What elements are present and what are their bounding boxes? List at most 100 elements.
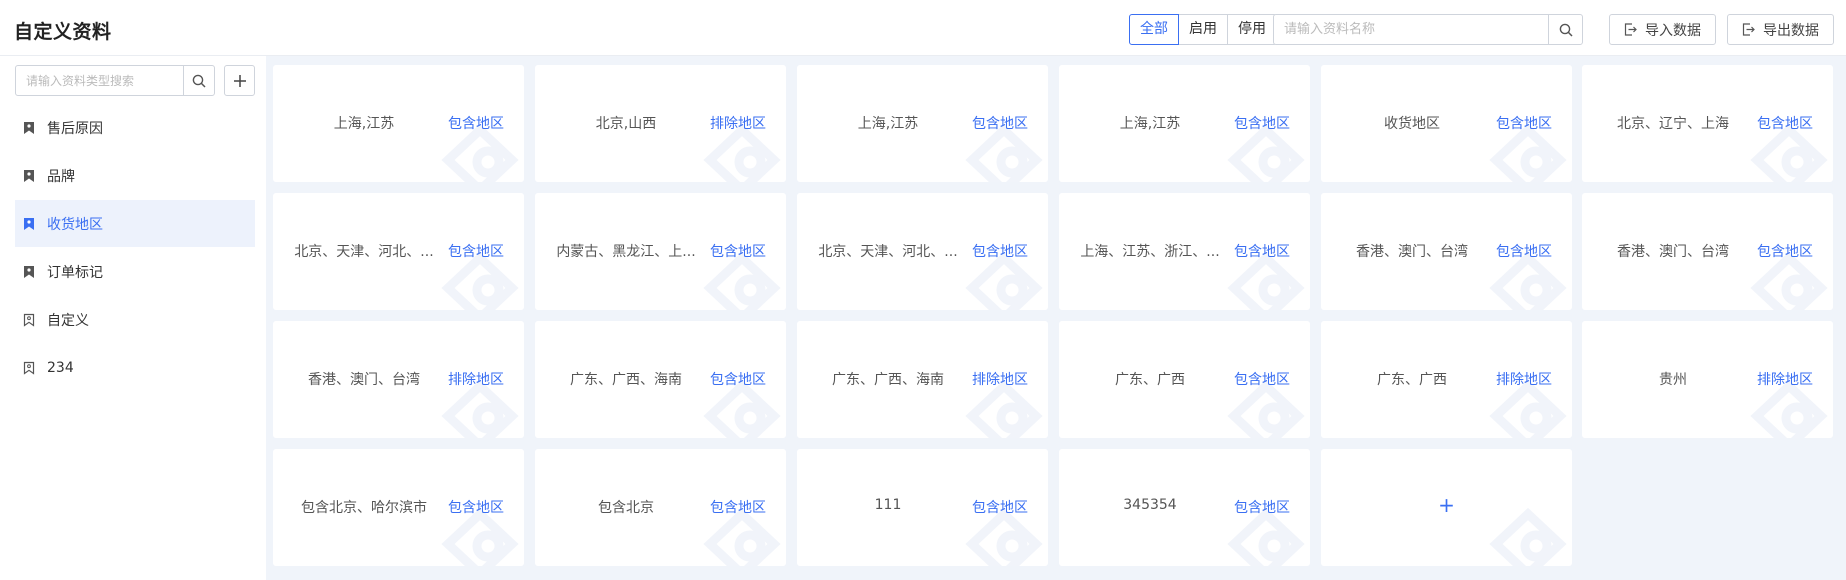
material-card[interactable]: 包含北京 包含地区 <box>535 449 786 566</box>
material-card[interactable]: 上海,江苏 包含地区 <box>797 65 1048 182</box>
bookmark-icon <box>24 217 34 230</box>
card-name: 上海、江苏、浙江、... <box>1080 244 1220 260</box>
card-region-type[interactable]: 包含地区 <box>1757 113 1813 133</box>
bookmark-icon <box>24 265 34 278</box>
card-region-type[interactable]: 包含地区 <box>1757 241 1813 261</box>
card-region-type[interactable]: 包含地区 <box>972 241 1028 261</box>
export-icon <box>1742 23 1755 36</box>
type-sidebar: 售后原因品牌收货地区订单标记自定义 234 <box>0 56 266 580</box>
card-name: 广东、广西 <box>1115 372 1185 388</box>
sidebar-item-label: 自定义 <box>47 312 89 329</box>
material-card[interactable]: 内蒙古、黑龙江、上... 包含地区 <box>535 193 786 310</box>
sidebar-item-0[interactable]: 售后原因 <box>15 104 255 151</box>
search-icon <box>192 74 206 88</box>
bookmark-icon <box>24 121 34 134</box>
bookmark-icon <box>23 361 35 375</box>
card-region-type[interactable]: 包含地区 <box>972 113 1028 133</box>
material-card[interactable]: 345354 包含地区 <box>1059 449 1310 566</box>
card-region-type[interactable]: 包含地区 <box>710 369 766 389</box>
card-name: 上海,江苏 <box>1119 116 1181 132</box>
add-type-button[interactable] <box>224 65 255 96</box>
card-region-type[interactable]: 排除地区 <box>972 369 1028 389</box>
material-search-button[interactable] <box>1548 15 1582 44</box>
card-name: 上海,江苏 <box>333 116 395 132</box>
card-region-type[interactable]: 包含地区 <box>710 497 766 517</box>
material-card[interactable]: 香港、澳门、台湾 排除地区 <box>273 321 524 438</box>
bookmark-icon <box>23 313 35 327</box>
card-region-type[interactable]: 包含地区 <box>1496 113 1552 133</box>
type-search-box <box>15 65 215 96</box>
bookmark-icon <box>24 169 34 182</box>
card-region-type[interactable]: 包含地区 <box>972 497 1028 517</box>
sidebar-item-1[interactable]: 品牌 <box>15 152 255 199</box>
filter-enabled-button[interactable]: 启用 <box>1178 14 1228 45</box>
import-icon <box>1624 23 1637 36</box>
card-name: 广东、广西 <box>1377 372 1447 388</box>
page-header: 自定义资料 全部 启用 停用 导入数据 导出数据 <box>0 0 1846 56</box>
material-card[interactable]: 广东、广西 包含地区 <box>1059 321 1310 438</box>
material-card[interactable]: 上海、江苏、浙江、... 包含地区 <box>1059 193 1310 310</box>
import-data-button[interactable]: 导入数据 <box>1609 14 1716 45</box>
material-card[interactable]: 广东、广西、海南 包含地区 <box>535 321 786 438</box>
plus-icon <box>233 74 246 87</box>
card-region-type[interactable]: 包含地区 <box>448 113 504 133</box>
filter-disabled-button[interactable]: 停用 <box>1227 14 1277 45</box>
card-name: 北京,山西 <box>595 116 657 132</box>
status-filter: 全部 启用 停用 <box>1129 14 1277 45</box>
material-card[interactable]: 北京、辽宁、上海 包含地区 <box>1582 65 1833 182</box>
export-data-label: 导出数据 <box>1763 22 1819 39</box>
card-region-type[interactable]: 排除地区 <box>1757 369 1813 389</box>
add-card-button[interactable]: + <box>1321 449 1572 566</box>
export-data-button[interactable]: 导出数据 <box>1727 14 1834 45</box>
card-name: 包含北京 <box>598 500 654 516</box>
card-name: 北京、天津、河北、... <box>818 244 958 260</box>
card-name: 345354 <box>1123 497 1177 513</box>
card-region-type[interactable]: 包含地区 <box>1234 497 1290 517</box>
type-search-button[interactable] <box>183 66 214 95</box>
card-region-type[interactable]: 包含地区 <box>448 241 504 261</box>
material-card[interactable]: 广东、广西、海南 排除地区 <box>797 321 1048 438</box>
material-card[interactable]: 北京、天津、河北、... 包含地区 <box>797 193 1048 310</box>
card-name: 贵州 <box>1659 372 1687 388</box>
material-search-input[interactable] <box>1274 15 1548 44</box>
material-card[interactable]: 广东、广西 排除地区 <box>1321 321 1572 438</box>
card-region-type[interactable]: 包含地区 <box>710 241 766 261</box>
card-name: 上海,江苏 <box>857 116 919 132</box>
sidebar-item-2[interactable]: 收货地区 <box>15 200 255 247</box>
card-region-type[interactable]: 包含地区 <box>1234 241 1290 261</box>
sidebar-item-5[interactable]: 234 <box>15 344 255 391</box>
material-card[interactable]: 111 包含地区 <box>797 449 1048 566</box>
filter-all-button[interactable]: 全部 <box>1129 14 1179 45</box>
card-name: 广东、广西、海南 <box>832 372 944 388</box>
material-card[interactable]: 香港、澳门、台湾 包含地区 <box>1321 193 1572 310</box>
sidebar-item-3[interactable]: 订单标记 <box>15 248 255 295</box>
material-card[interactable]: 上海,江苏 包含地区 <box>1059 65 1310 182</box>
card-region-type[interactable]: 包含地区 <box>1234 369 1290 389</box>
type-search-input[interactable] <box>16 66 183 95</box>
sidebar-item-label: 品牌 <box>47 168 75 185</box>
material-card[interactable]: 上海,江苏 包含地区 <box>273 65 524 182</box>
page-title: 自定义资料 <box>14 21 112 43</box>
card-region-type[interactable]: 排除地区 <box>710 113 766 133</box>
material-card[interactable]: 包含北京、哈尔滨市 包含地区 <box>273 449 524 566</box>
material-card[interactable]: 北京、天津、河北、... 包含地区 <box>273 193 524 310</box>
material-card[interactable]: 收货地区 包含地区 <box>1321 65 1572 182</box>
card-name: 北京、辽宁、上海 <box>1617 116 1729 132</box>
material-card[interactable]: 北京,山西 排除地区 <box>535 65 786 182</box>
sidebar-item-label: 234 <box>47 359 74 376</box>
material-card[interactable]: 贵州 排除地区 <box>1582 321 1833 438</box>
card-region-type[interactable]: 包含地区 <box>448 497 504 517</box>
card-name: 包含北京、哈尔滨市 <box>301 500 427 516</box>
card-region-type[interactable]: 排除地区 <box>1496 369 1552 389</box>
card-name: 内蒙古、黑龙江、上... <box>556 244 696 260</box>
card-name: 收货地区 <box>1384 116 1440 132</box>
search-icon <box>1559 23 1573 37</box>
material-card[interactable]: 香港、澳门、台湾 包含地区 <box>1582 193 1833 310</box>
card-region-type[interactable]: 包含地区 <box>1234 113 1290 133</box>
sidebar-item-4[interactable]: 自定义 <box>15 296 255 343</box>
sidebar-item-label: 收货地区 <box>47 216 103 233</box>
card-region-type[interactable]: 排除地区 <box>448 369 504 389</box>
card-region-type[interactable]: 包含地区 <box>1496 241 1552 261</box>
plus-icon: + <box>1438 493 1455 517</box>
card-name: 香港、澳门、台湾 <box>1356 244 1468 260</box>
